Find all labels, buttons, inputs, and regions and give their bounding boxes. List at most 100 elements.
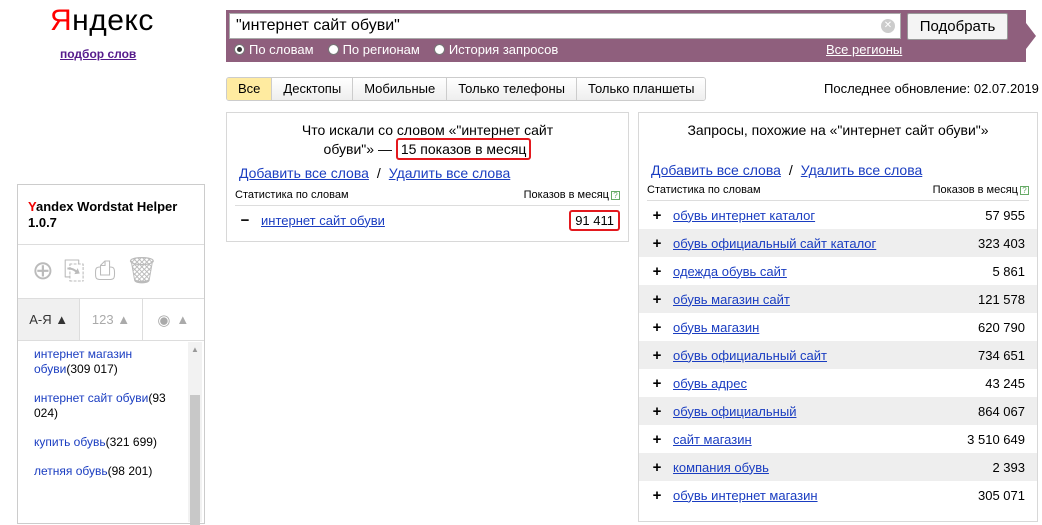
helper-scroll-thumb[interactable] <box>190 395 200 525</box>
search-input[interactable]: "интернет сайт обуви" <box>229 13 901 39</box>
plus-icon[interactable]: + <box>651 291 663 308</box>
count: 323 403 <box>978 235 1025 251</box>
word-link[interactable]: обувь официальный сайт <box>673 348 827 363</box>
word-link[interactable]: обувь интернет магазин <box>673 488 818 503</box>
count: 121 578 <box>978 291 1025 307</box>
count: 2 393 <box>992 459 1025 475</box>
helper-version: 1.0.7 <box>28 215 57 230</box>
all-regions-link[interactable]: Все регионы <box>826 42 902 57</box>
list-item[interactable]: летняя обувь(98 201) <box>34 464 186 479</box>
plus-icon[interactable]: + <box>651 487 663 504</box>
plus-icon[interactable]: + <box>651 347 663 364</box>
table-row: + обувь официальный 864 067 <box>639 397 1037 425</box>
list-item[interactable]: купить обувь(321 699) <box>34 435 186 450</box>
add-all-link[interactable]: Добавить все слова <box>239 165 369 181</box>
helper-toolbar: ⊕ ⎘ ⎙ 🗑 <box>18 245 204 299</box>
wordstat-link[interactable]: подбор слов <box>60 47 136 61</box>
word-link[interactable]: сайт магазин <box>673 432 752 447</box>
table-row: + одежда обувь сайт 5 861 <box>639 257 1037 285</box>
sort-count[interactable]: 123 ▲ <box>80 299 143 340</box>
tab-phones[interactable]: Только телефоны <box>447 78 578 100</box>
word-link[interactable]: одежда обувь сайт <box>673 264 787 279</box>
add-icon[interactable]: ⊕ <box>32 255 54 288</box>
word-link[interactable]: обувь магазин <box>673 320 759 335</box>
radio-history[interactable]: История запросов <box>433 42 559 57</box>
word-link[interactable]: компания обувь <box>673 460 769 475</box>
count: 734 651 <box>978 347 1025 363</box>
word-link[interactable]: интернет сайт обуви <box>261 213 385 228</box>
count: 305 071 <box>978 487 1025 503</box>
left-actions: Добавить все слова / Удалить все слова <box>227 165 628 181</box>
word-link[interactable]: обувь магазин сайт <box>673 292 790 307</box>
table-row: + обувь официальный сайт каталог 323 403 <box>639 229 1037 257</box>
table-row: + компания обувь 2 393 <box>639 453 1037 481</box>
search-mode-radios: По словам По регионам История запросов <box>234 42 558 57</box>
plus-icon[interactable]: + <box>651 459 663 476</box>
word-link[interactable]: обувь адрес <box>673 376 747 391</box>
copy-icon[interactable]: ⎘ <box>64 255 85 288</box>
col-shows: Показов в месяц <box>932 184 1018 196</box>
list-item[interactable]: интернет магазин обуви(309 017) <box>34 347 186 377</box>
right-actions: Добавить все слова / Удалить все слова <box>639 162 1037 178</box>
delete-all-link[interactable]: Удалить все слова <box>389 165 510 181</box>
radio-by-regions[interactable]: По регионам <box>327 42 420 57</box>
wordstat-helper-panel: Yandex Wordstat Helper 1.0.7 ⊕ ⎘ ⎙ 🗑 А-Я … <box>17 184 205 524</box>
list-item[interactable]: интернет сайт обуви(93 024) <box>34 391 186 421</box>
count-highlight: 91 411 <box>569 209 620 231</box>
copy-with-counts-icon[interactable]: ⎙ <box>95 255 116 288</box>
tab-desktops[interactable]: Десктопы <box>272 78 354 100</box>
word-link[interactable]: обувь интернет каталог <box>673 208 815 223</box>
table-row: + сайт магазин 3 510 649 <box>639 425 1037 453</box>
yandex-logo[interactable]: Яндекс <box>50 4 154 38</box>
radio-off-icon <box>433 44 445 55</box>
helper-title-text: andex Wordstat Helper <box>35 199 178 214</box>
clear-icon[interactable]: ✕ <box>881 19 895 33</box>
tab-mobile[interactable]: Мобильные <box>353 78 448 100</box>
radio-on-icon <box>234 44 245 55</box>
add-all-link[interactable]: Добавить все слова <box>651 162 781 178</box>
word-link[interactable]: обувь официальный <box>673 404 796 419</box>
plus-icon[interactable]: + <box>651 375 663 392</box>
help-icon[interactable]: ? <box>1020 186 1029 195</box>
scroll-up-icon[interactable]: ▲ <box>191 345 199 354</box>
separator: / <box>788 162 793 178</box>
col-stat: Статистика по словам <box>647 184 761 196</box>
count: 43 245 <box>985 375 1025 391</box>
plus-icon[interactable]: + <box>651 403 663 420</box>
radio-label: История запросов <box>448 42 559 57</box>
tab-all[interactable]: Все <box>227 78 273 100</box>
separator: / <box>376 165 381 181</box>
help-icon[interactable]: ? <box>611 191 620 200</box>
helper-word-list: интернет магазин обуви(309 017) интернет… <box>18 341 204 479</box>
word-link[interactable]: обувь официальный сайт каталог <box>673 236 876 251</box>
plus-icon[interactable]: + <box>651 207 663 224</box>
minus-icon[interactable]: − <box>239 212 251 229</box>
col-stat: Статистика по словам <box>235 189 349 201</box>
plus-icon[interactable]: + <box>651 235 663 252</box>
pick-button[interactable]: Подобрать <box>907 13 1008 40</box>
right-panel-title: Запросы, похожие на «"интернет сайт обув… <box>687 122 989 138</box>
col-shows: Показов в месяц <box>523 189 609 201</box>
search-bar-arrow <box>1016 10 1036 62</box>
trash-icon[interactable]: 🗑 <box>125 255 158 288</box>
right-table-header: Статистика по словам Показов в месяц? <box>647 184 1029 201</box>
plus-icon[interactable]: + <box>651 431 663 448</box>
title-text: обуви"» — <box>323 141 396 157</box>
item-text: летняя обувь <box>34 464 108 478</box>
table-row: + обувь интернет каталог 57 955 <box>639 201 1037 229</box>
eye-icon: ◉ <box>157 311 171 329</box>
plus-icon[interactable]: + <box>651 263 663 280</box>
logo-letter: Я <box>50 4 73 37</box>
item-text: интернет сайт обуви <box>34 391 149 405</box>
left-table-header: Статистика по словам Показов в месяц? <box>235 189 620 206</box>
total-shows-highlight: 15 показов в месяц <box>395 138 532 160</box>
right-panel: Запросы, похожие на «"интернет сайт обув… <box>638 112 1038 522</box>
plus-icon[interactable]: + <box>651 319 663 336</box>
delete-all-link[interactable]: Удалить все слова <box>801 162 922 178</box>
sort-visibility[interactable]: ◉ ▲ <box>143 299 204 340</box>
radio-by-words[interactable]: По словам <box>234 42 314 57</box>
sort-alpha[interactable]: А-Я ▲ <box>18 299 81 340</box>
helper-title: Yandex Wordstat Helper 1.0.7 <box>18 185 204 245</box>
tab-tablets[interactable]: Только планшеты <box>577 78 706 100</box>
table-row: + обувь магазин 620 790 <box>639 313 1037 341</box>
